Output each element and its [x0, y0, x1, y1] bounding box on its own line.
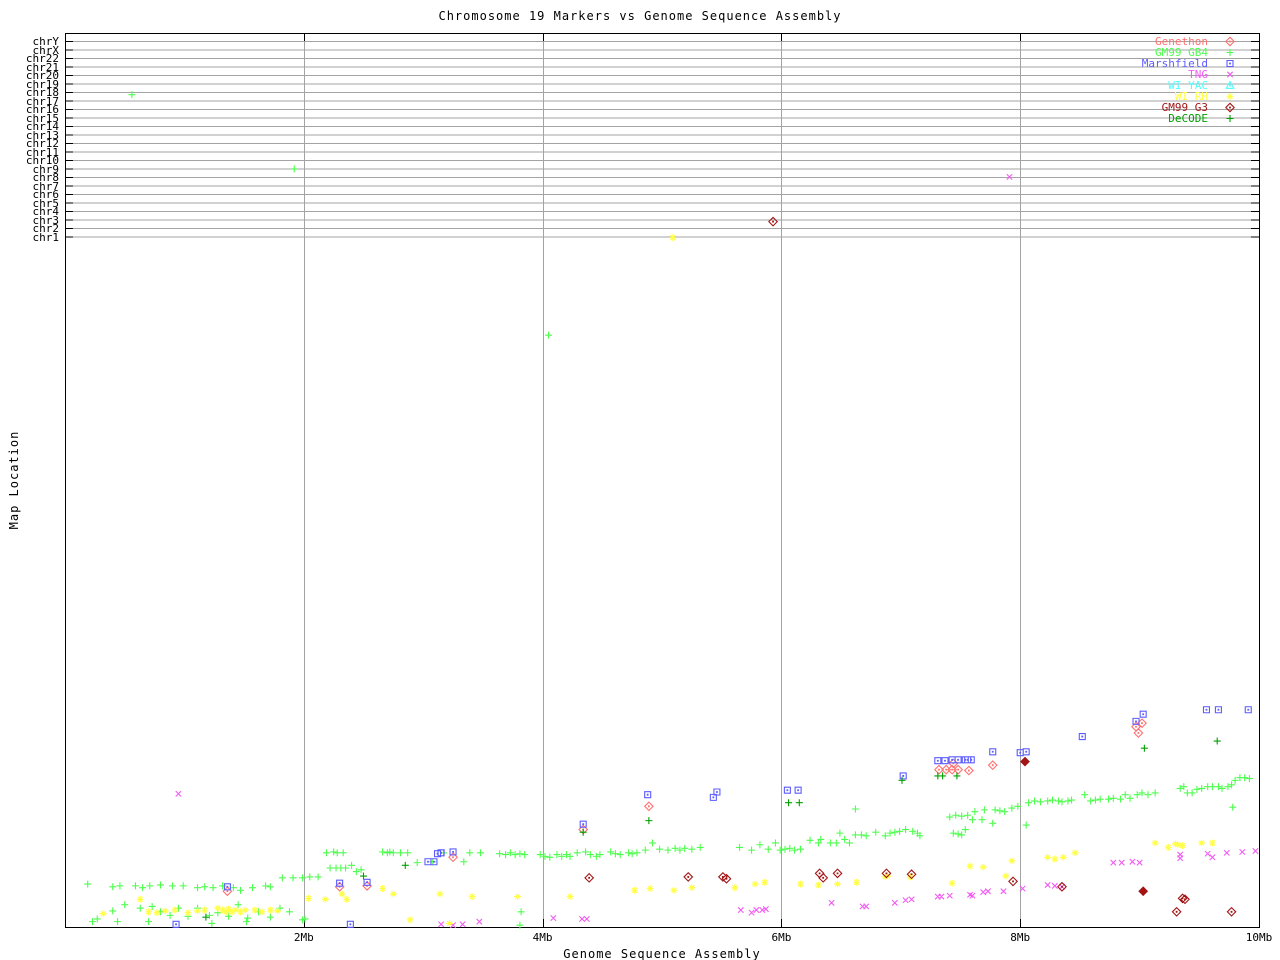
- plot-border: [66, 34, 1260, 928]
- y-tick-label-chr1: chr1: [0, 232, 59, 243]
- legend-item-decode: DeCODE: [1142, 113, 1242, 124]
- series-marshfield: [173, 707, 1251, 928]
- gm99-gb4-marker-icon: [1218, 47, 1242, 58]
- data-points-decode: [202, 738, 1220, 921]
- plot-area: [0, 0, 1280, 960]
- gm99-g3-marker-icon: [1218, 102, 1242, 113]
- chromosome-gridlines: [65, 42, 1259, 238]
- genethon-marker-icon: [1218, 36, 1242, 47]
- x-gridlines: [305, 33, 1021, 927]
- marker-center-dots: [175, 709, 1249, 925]
- x-tick-label-2Mb: 2Mb: [274, 932, 334, 944]
- marker-center-dots: [226, 722, 1142, 892]
- wi-yac-marker-icon: [1218, 80, 1242, 91]
- series-wi-rh: [100, 234, 1216, 926]
- series-gm99-g3: [585, 217, 1236, 916]
- data-points-tng: [176, 174, 1258, 928]
- x-tick-label-8Mb: 8Mb: [990, 932, 1050, 944]
- series-decode: [202, 738, 1220, 921]
- series-gm99-gb4: [84, 91, 1253, 929]
- legend: GenethonGM99 GB4MarshfieldTNGWI YACWI RH…: [1142, 36, 1242, 124]
- data-points-marshfield: [173, 707, 1251, 928]
- tng-marker-icon: [1218, 69, 1242, 80]
- data-points-wi-rh: [100, 234, 1216, 926]
- x-tick-label-4Mb: 4Mb: [513, 932, 573, 944]
- chart-canvas: Chromosome 19 Markers vs Genome Sequence…: [0, 0, 1280, 960]
- marshfield-marker-icon: [1218, 58, 1242, 69]
- x-tick-label-6Mb: 6Mb: [751, 932, 811, 944]
- tick-marks: [65, 33, 1260, 927]
- marker-center-dots: [588, 221, 1232, 913]
- data-points-gm99-gb4: [84, 91, 1253, 929]
- x-tick-label-10Mb: 10Mb: [1229, 932, 1280, 944]
- series-tng: [176, 174, 1258, 928]
- legend-label: DeCODE: [1168, 113, 1208, 124]
- decode-marker-icon: [1218, 113, 1242, 124]
- data-points-gm99-g3: [585, 217, 1236, 916]
- filled-data-points-gm99-g3: [1021, 757, 1148, 895]
- wi-rh-marker-icon: [1218, 91, 1242, 102]
